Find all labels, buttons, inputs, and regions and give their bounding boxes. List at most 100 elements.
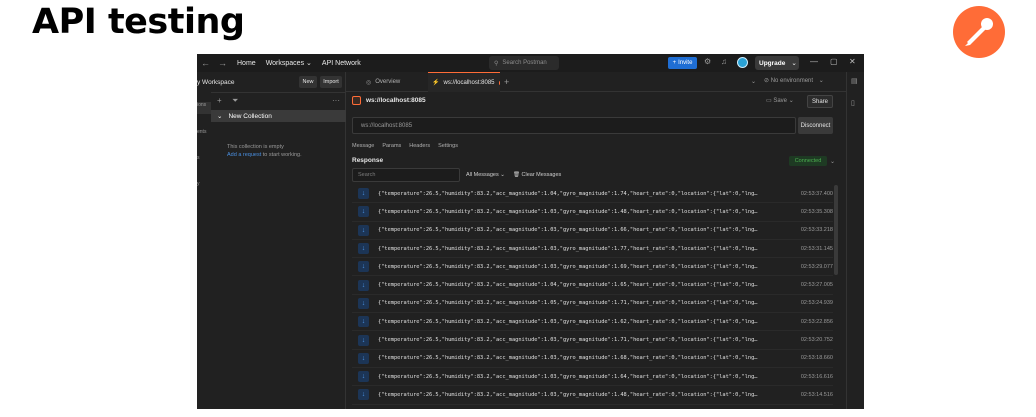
environment-label: No environment <box>770 78 814 84</box>
overview-icon: ◎ <box>366 79 372 86</box>
message-list-scrollbar[interactable] <box>834 185 838 275</box>
sidebar-divider <box>211 92 346 93</box>
incoming-arrow-icon: ↓ <box>358 352 369 364</box>
message-row[interactable]: ↓ {"temperature":26.5,"humidity":83.2,"ac… <box>352 386 833 405</box>
tab-overview[interactable]: ◎ Overview <box>366 72 426 92</box>
incoming-arrow-icon: ↓ <box>358 206 369 218</box>
chevron-down-icon: ⌄ <box>818 78 824 84</box>
message-timestamp: 02:53:18.660 <box>800 355 833 362</box>
tab-bar: ◎ Overview ⚡ ws://localhost:8085 + ⌄ ⊘ N… <box>346 72 846 92</box>
message-filter-dropdown[interactable]: All Messages ⌄ <box>466 172 505 178</box>
websocket-icon: ⚡ <box>432 80 440 86</box>
maximize-icon[interactable]: ▢ <box>830 57 838 66</box>
incoming-arrow-icon: ↓ <box>358 334 369 346</box>
message-timestamp: 02:53:27.005 <box>800 282 833 289</box>
workspace-name[interactable]: y Workspace <box>197 79 234 86</box>
filter-icon[interactable]: ⏷ <box>232 96 238 106</box>
minimize-icon[interactable]: — <box>810 57 818 66</box>
message-row[interactable]: ↓ {"temperature":26.5,"humidity":83.2,"ac… <box>352 240 833 259</box>
disconnect-button[interactable]: Disconnect <box>798 117 833 134</box>
message-row[interactable]: ↓ {"temperature":26.5,"humidity":83.2,"ac… <box>352 313 833 332</box>
incoming-arrow-icon: ↓ <box>358 243 369 255</box>
message-payload: {"temperature":26.5,"humidity":83.2,"acc… <box>378 337 758 344</box>
tab-websocket-label: ws://localhost:8085 <box>443 79 495 86</box>
message-row[interactable]: ↓ {"temperature":26.5,"humidity":83.2,"ac… <box>352 368 833 387</box>
save-icon: ▭ <box>766 98 772 104</box>
share-button[interactable]: Share <box>807 95 833 108</box>
back-arrow-icon[interactable]: ← <box>201 58 210 68</box>
collection-item[interactable]: ⌄ New Collection <box>211 110 346 122</box>
environment-selector[interactable]: ⊘ No environment ⌄ <box>764 77 824 84</box>
message-row[interactable]: ↓ {"temperature":26.5,"humidity":83.2,"ac… <box>352 350 833 368</box>
documentation-icon[interactable]: ▯ <box>851 99 855 107</box>
message-timestamp: 02:53:29.077 <box>800 263 833 270</box>
message-payload: {"temperature":26.5,"humidity":83.2,"acc… <box>378 355 758 362</box>
rail-item-apis[interactable]: s <box>197 155 211 167</box>
environment-icon: ⊘ <box>764 78 770 84</box>
start-working-text: to start working. <box>262 152 302 158</box>
subtab-headers[interactable]: Headers <box>409 143 430 149</box>
add-collection-icon[interactable]: + <box>217 96 222 105</box>
incoming-arrow-icon: ↓ <box>358 297 369 309</box>
subtab-message[interactable]: Message <box>352 143 374 149</box>
rail-item-history[interactable]: y <box>197 181 211 193</box>
chevron-down-icon: ⌄ <box>500 172 505 178</box>
home-link[interactable]: Home <box>237 60 256 67</box>
tab-websocket[interactable]: ⚡ ws://localhost:8085 <box>428 72 500 92</box>
message-row[interactable]: ↓ {"temperature":26.5,"humidity":83.2,"ac… <box>352 258 833 277</box>
chevron-down-icon: ⌄ <box>217 113 223 120</box>
postman-window: ← → Home Workspaces ⌄ API Network ⚲ Sear… <box>197 54 864 409</box>
add-request-hint: Add a request to start working. <box>227 152 302 158</box>
chevron-down-icon: ⌄ <box>306 60 312 67</box>
subtab-params[interactable]: Params <box>382 143 401 149</box>
workspaces-menu[interactable]: Workspaces ⌄ <box>266 59 312 67</box>
close-icon[interactable]: ✕ <box>849 57 856 66</box>
import-button[interactable]: Import <box>320 76 342 88</box>
message-timestamp: 02:53:24.939 <box>800 300 833 307</box>
url-input[interactable]: ws://localhost:8085 <box>352 117 796 134</box>
message-row[interactable]: ↓ {"temperature":26.5,"humidity":83.2,"ac… <box>352 222 833 240</box>
upgrade-button[interactable]: Upgrade ⌄ <box>755 56 799 70</box>
workspaces-label: Workspaces <box>265 60 305 67</box>
settings-gear-icon[interactable]: ⚙ <box>704 57 711 66</box>
response-heading: Response <box>352 157 384 164</box>
invite-label: Invite <box>678 60 693 66</box>
message-row[interactable]: ↓ {"temperature":26.5,"humidity":83.2,"ac… <box>352 203 833 222</box>
message-timestamp: 02:53:31.145 <box>800 245 833 252</box>
incoming-arrow-icon: ↓ <box>358 316 369 328</box>
environment-quicklook-icon[interactable]: ▤ <box>851 77 858 85</box>
invite-button[interactable]: + Invite <box>668 57 697 69</box>
new-button[interactable]: New <box>299 76 317 88</box>
clear-messages-button[interactable]: 🗑 Clear Messages <box>513 172 561 178</box>
message-timestamp: 02:53:37.400 <box>800 190 833 197</box>
user-avatar[interactable] <box>737 57 748 68</box>
message-payload: {"temperature":26.5,"humidity":83.2,"acc… <box>378 391 758 398</box>
global-search-input[interactable]: ⚲ Search Postman <box>489 56 559 70</box>
rail-item-environments[interactable]: ents <box>197 129 211 141</box>
message-search-input[interactable]: Search <box>352 168 460 182</box>
collection-name: New Collection <box>228 112 272 120</box>
message-row[interactable]: ↓ {"temperature":26.5,"humidity":83.2,"ac… <box>352 276 833 295</box>
postman-logo-icon <box>953 6 1005 58</box>
trash-icon: 🗑 <box>513 172 520 178</box>
forward-arrow-icon[interactable]: → <box>218 58 227 68</box>
message-row[interactable]: ↓ {"temperature":26.5,"humidity":83.2,"ac… <box>352 295 833 314</box>
chevron-down-icon[interactable]: ⌄ <box>751 78 756 85</box>
notification-bell-icon[interactable]: ♫ <box>721 57 727 66</box>
save-button[interactable]: ▭ Save ⌄ <box>766 97 794 104</box>
sidebar: ions ents s y y Workspace New Import + ⏷… <box>197 72 346 409</box>
more-options-icon[interactable]: ··· <box>332 96 340 105</box>
api-network-link[interactable]: API Network <box>322 60 361 67</box>
websocket-badge-icon <box>352 96 361 105</box>
message-payload: {"temperature":26.5,"humidity":83.2,"acc… <box>378 245 758 252</box>
request-title[interactable]: ws://localhost:8085 <box>366 97 426 104</box>
message-timestamp: 02:53:16.616 <box>800 373 833 380</box>
message-payload: {"temperature":26.5,"humidity":83.2,"acc… <box>378 190 758 197</box>
new-tab-icon[interactable]: + <box>504 72 509 92</box>
rail-item-collections[interactable]: ions <box>197 102 211 114</box>
message-row[interactable]: ↓ {"temperature":26.5,"humidity":83.2,"ac… <box>352 185 833 204</box>
chevron-down-icon[interactable]: ⌄ <box>830 158 835 165</box>
message-row[interactable]: ↓ {"temperature":26.5,"humidity":83.2,"ac… <box>352 331 833 350</box>
add-request-link[interactable]: Add a request <box>227 152 261 158</box>
subtab-settings[interactable]: Settings <box>438 143 458 149</box>
